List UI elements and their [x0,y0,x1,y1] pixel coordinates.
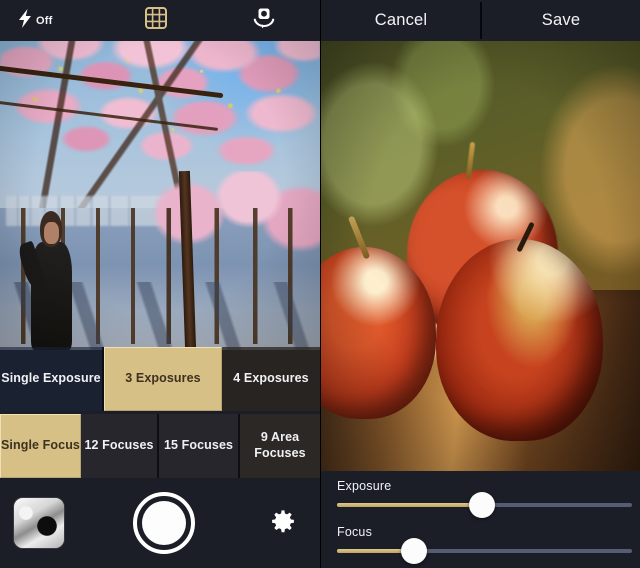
focus-mode-12[interactable]: 12 Focuses [81,414,159,478]
flash-icon [18,8,32,33]
camera-viewfinder[interactable] [0,41,320,350]
focus-slider-track[interactable] [337,538,632,564]
cancel-button[interactable]: Cancel [321,0,481,41]
photo-vignette [321,41,640,471]
grid-icon [145,7,167,34]
focus-mode-single[interactable]: Single Focus [0,414,81,478]
grid-toggle-button[interactable] [104,0,208,41]
exposure-mode-3[interactable]: 3 Exposures [104,347,222,411]
mode-selector-rows: Single Exposure 3 Exposures 4 Exposures … [0,347,320,478]
focus-slider-label: Focus [337,525,373,539]
focus-slider-thumb[interactable] [400,538,427,564]
focus-mode-row: Single Focus 12 Focuses 15 Focuses 9 Are… [0,414,320,478]
camera-flip-button[interactable] [208,0,320,41]
flash-state-label: Off [36,14,53,27]
exposure-mode-4[interactable]: 4 Exposures [222,347,320,411]
editor-topbar: Cancel Save [321,0,640,41]
thumbnail-image [14,498,64,548]
exposure-slider-group: Exposure [337,479,632,525]
camera-flip-icon [252,7,276,34]
exposure-slider-thumb[interactable] [468,492,495,518]
focus-mode-15[interactable]: 15 Focuses [159,414,240,478]
viewfinder-vignette [0,41,320,350]
flash-toggle-button[interactable]: Off [0,0,104,41]
camera-bottom-bar [0,478,320,568]
exposure-mode-row: Single Exposure 3 Exposures 4 Exposures [0,347,320,411]
adjustment-sliders: Exposure Focus [321,471,640,568]
focus-slider-group: Focus [337,525,632,568]
header-divider [480,2,482,39]
editor-photo-preview[interactable] [321,41,640,471]
camera-topbar: Off [0,0,320,41]
shutter-inner [142,501,186,545]
exposure-slider-track[interactable] [337,492,632,518]
camera-panel: Off Single Exposure 3 Exposures 4 Exposu… [0,0,320,568]
gear-icon [270,510,296,539]
editor-panel: Cancel Save Exposure Focus [320,0,640,568]
exposure-slider-fill [337,503,482,507]
viewfinder-image [0,41,320,350]
focus-mode-9-area[interactable]: 9 Area Focuses [240,414,320,478]
exposure-slider-label: Exposure [337,479,392,493]
settings-button[interactable] [270,509,296,535]
app-root: Off Single Exposure 3 Exposures 4 Exposu… [0,0,640,568]
last-photo-thumbnail[interactable] [14,498,64,548]
exposure-mode-single[interactable]: Single Exposure [0,347,104,411]
save-button[interactable]: Save [481,0,640,41]
shutter-button[interactable] [133,492,195,554]
